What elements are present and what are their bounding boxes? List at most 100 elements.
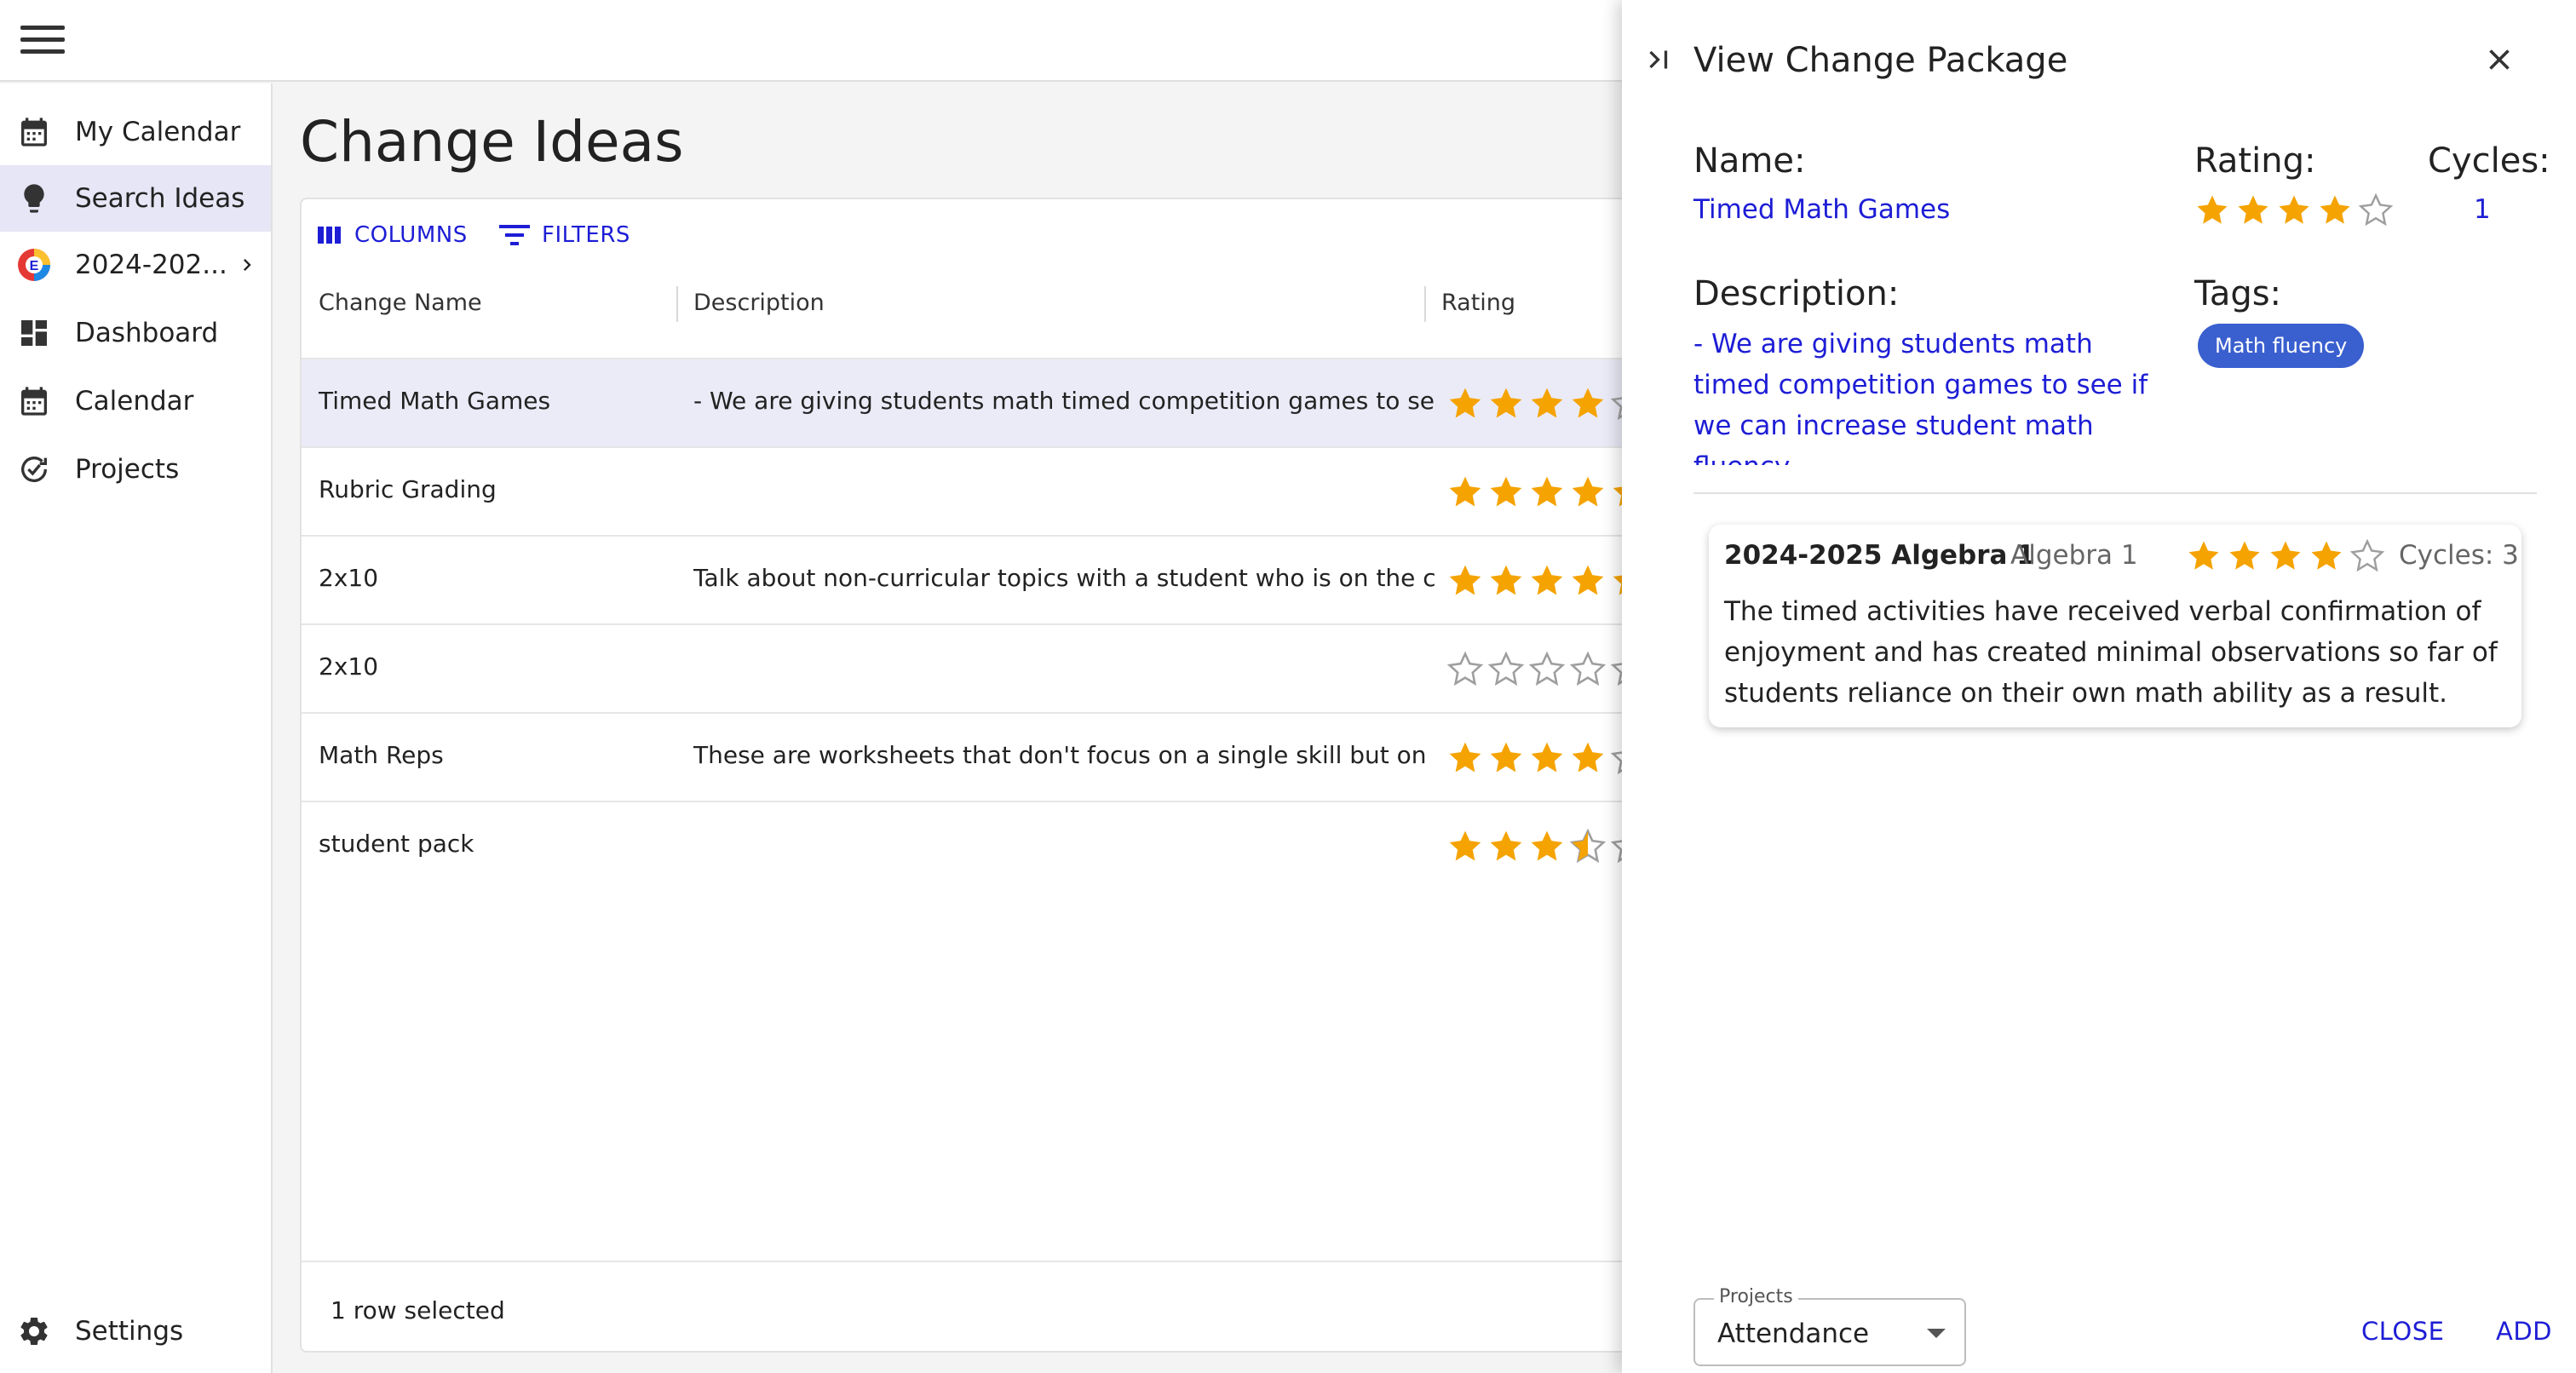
tags-label: Tags:: [2194, 274, 2282, 313]
project-cycles: Cycles: 3: [2399, 540, 2519, 571]
cell-description: Talk about non-curricular topics with a …: [693, 564, 1435, 592]
lightbulb-icon: [24, 184, 44, 213]
sidebar-item-search-ideas[interactable]: Search Ideas: [0, 165, 271, 232]
table-row[interactable]: 2x10: [302, 623, 1712, 712]
star-icon: [1490, 388, 1522, 418]
sidebar-item-label: Settings: [75, 1316, 184, 1347]
projects-select[interactable]: Projects Attendance: [1693, 1286, 1966, 1366]
close-button[interactable]: CLOSE: [2361, 1317, 2444, 1346]
cell-rating: [1446, 828, 1651, 865]
divider: [1693, 492, 2537, 494]
star-icon: [1528, 651, 1566, 686]
sidebar-item-org[interactable]: E 2024-202...: [0, 232, 271, 298]
star-icon: [1449, 830, 1481, 861]
star-icon: [2320, 195, 2350, 224]
star-icon: [1531, 830, 1563, 861]
sidebar-item-projects[interactable]: Projects: [0, 436, 271, 503]
cell-description: - We are giving students math timed comp…: [693, 387, 1435, 415]
sidebar-item-settings[interactable]: Settings: [0, 1298, 271, 1364]
star-icon: [1490, 742, 1522, 773]
org-logo-icon: E: [18, 249, 50, 281]
sidebar-item-label: Calendar: [75, 386, 194, 416]
cycles-count-link[interactable]: 1: [2474, 194, 2491, 225]
rating-label: Rating:: [2194, 141, 2316, 181]
filters-button[interactable]: FILTERS: [499, 218, 630, 252]
sidebar-item-label: 2024-202...: [75, 250, 227, 280]
name-label: Name:: [1693, 141, 1806, 181]
chevron-right-icon: [244, 259, 251, 271]
sidebar-item-label: Dashboard: [75, 318, 219, 348]
menu-icon[interactable]: [20, 26, 65, 56]
view-change-package-drawer: View Change Package Name: Timed Math Gam…: [1622, 0, 2576, 1373]
cell-description: These are worksheets that don't focus on…: [693, 741, 1435, 769]
rating-stars: [2194, 192, 2399, 228]
sidebar-item-calendar[interactable]: Calendar: [0, 368, 271, 434]
tag-chip[interactable]: Math fluency: [2198, 324, 2365, 368]
column-header-description[interactable]: Description: [693, 290, 825, 316]
table-row[interactable]: Timed Math Games - We are giving students…: [302, 358, 1712, 446]
data-grid: COLUMNS FILTERS Change Name Description …: [300, 198, 1714, 1353]
project-notes: The timed activities have received verba…: [1724, 596, 2498, 709]
star-icon: [2229, 541, 2260, 570]
star-icon: [2238, 195, 2268, 224]
columns-button[interactable]: COLUMNS: [317, 218, 468, 252]
star-icon: [1449, 565, 1481, 595]
star-icon: [2279, 195, 2309, 224]
sidebar-item-label: Search Ideas: [75, 183, 245, 214]
add-button[interactable]: ADD: [2496, 1317, 2552, 1346]
column-separator[interactable]: [1424, 286, 1426, 322]
columns-icon: [318, 227, 341, 244]
star-icon: [1572, 476, 1604, 507]
star-icon: [1449, 388, 1481, 418]
star-icon: [2311, 541, 2342, 570]
grid-footer: 1 row selected: [302, 1261, 1712, 1351]
cell-change-name: 2x10: [319, 564, 379, 592]
cell-change-name: Math Reps: [319, 741, 444, 769]
star-icon: [1572, 388, 1604, 418]
column-header-change-name[interactable]: Change Name: [319, 290, 482, 316]
table-row[interactable]: 2x10 Talk about non-curricular topics wit…: [302, 535, 1712, 623]
star-icon: [2358, 192, 2394, 227]
star-icon: [2270, 541, 2301, 570]
star-icon: [2349, 538, 2385, 572]
dropdown-arrow-icon: [1927, 1329, 1946, 1338]
star-icon: [1531, 388, 1563, 418]
sidebar: My Calendar Search Ideas E 2024-202... D…: [0, 83, 273, 1373]
star-icon: [1449, 742, 1481, 773]
cycle-check-icon: [21, 457, 47, 483]
calendar-icon: [21, 387, 47, 416]
page-title: Change Ideas: [300, 109, 684, 175]
sidebar-item-dashboard[interactable]: Dashboard: [0, 300, 271, 366]
sidebar-item-my-calendar[interactable]: My Calendar: [0, 99, 271, 165]
star-icon: [1490, 565, 1522, 595]
sidebar-item-label: My Calendar: [75, 117, 241, 147]
cell-rating: [1446, 562, 1651, 600]
projects-select-label: Projects: [1714, 1286, 1798, 1307]
project-subtitle: Algebra 1: [2010, 540, 2138, 571]
projects-select-value: Attendance: [1717, 1318, 1870, 1349]
gear-icon: [20, 1318, 48, 1345]
cycles-label: Cycles:: [2428, 141, 2550, 181]
column-header-rating[interactable]: Rating: [1441, 290, 1515, 316]
star-icon: [1490, 830, 1522, 861]
description-text[interactable]: - We are giving students math timed comp…: [1693, 324, 2171, 465]
table-row[interactable]: Math Reps These are worksheets that don't…: [302, 712, 1712, 801]
cell-rating: [1446, 651, 1651, 688]
star-icon: [1446, 651, 1484, 686]
cell-rating: [1446, 739, 1651, 777]
star-icon: [1531, 476, 1563, 507]
star-icon: [1490, 476, 1522, 507]
project-title: 2024-2025 Algebra 1: [1724, 540, 2035, 571]
table-row[interactable]: Rubric Grading: [302, 446, 1712, 535]
close-icon[interactable]: [2484, 44, 2515, 75]
cell-rating: [1446, 385, 1651, 422]
selection-count: 1 row selected: [331, 1296, 505, 1324]
star-icon: [2188, 541, 2219, 570]
change-name-link[interactable]: Timed Math Games: [1693, 194, 1950, 225]
description-label: Description:: [1693, 274, 1900, 313]
cell-rating: [1446, 474, 1651, 511]
collapse-drawer-icon[interactable]: [1642, 44, 1676, 75]
column-separator[interactable]: [676, 286, 678, 322]
project-card[interactable]: 2024-2025 Algebra 1 Algebra 1 Cycles: 3 …: [1709, 525, 2521, 727]
table-row[interactable]: student pack: [302, 801, 1712, 889]
